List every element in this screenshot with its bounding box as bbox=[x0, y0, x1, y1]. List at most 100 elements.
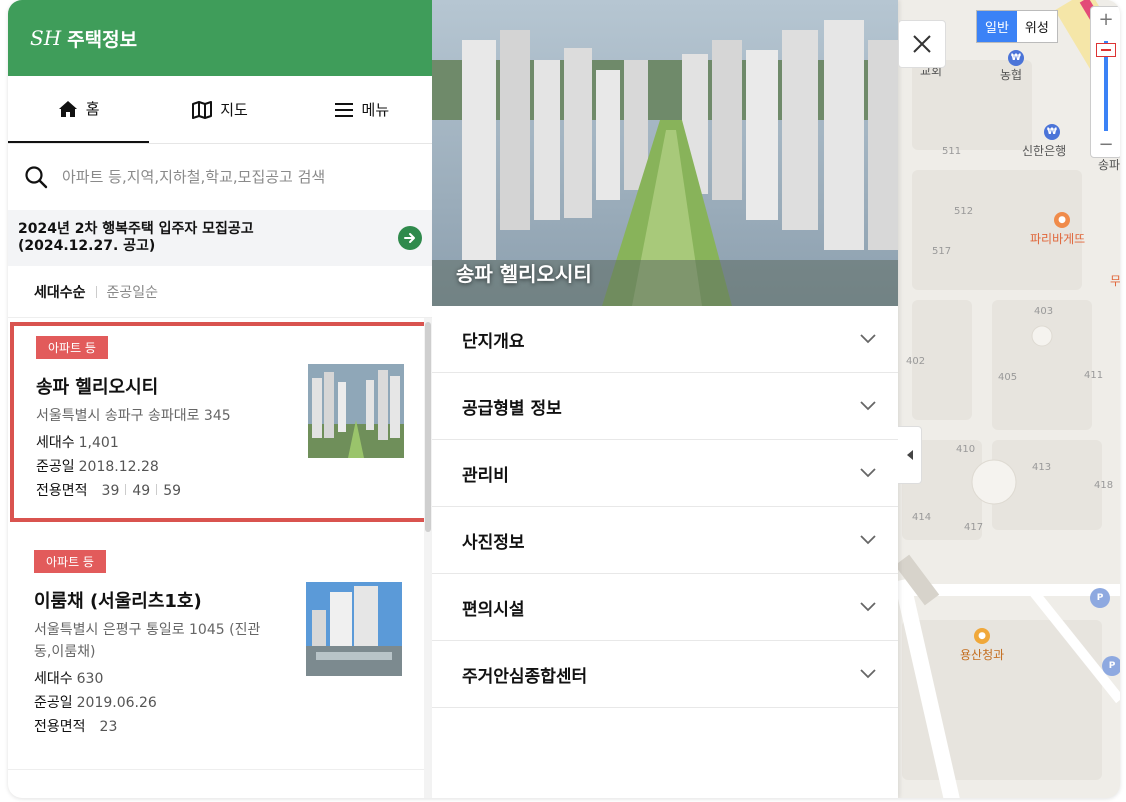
search-bar bbox=[8, 144, 432, 210]
notice-banner[interactable]: 2024년 2차 행복주택 입주자 모집공고 (2024.12.27. 공고) bbox=[8, 210, 432, 266]
map-label-yongsan: 용산청과 bbox=[960, 648, 1005, 662]
block-number: 414 bbox=[912, 512, 932, 523]
listing-card[interactable]: 아파트 등 이룸채 (서울리츠1호) 서울특별시 은평구 통일로 1045 (진… bbox=[8, 522, 424, 770]
map-label-nonghyup: 농협 bbox=[1000, 68, 1023, 82]
notice-title: 2024년 2차 행복주택 입주자 모집공고 bbox=[18, 221, 254, 237]
block-number: 411 bbox=[1084, 370, 1104, 381]
tab-menu-label: 메뉴 bbox=[361, 101, 390, 119]
units-label: 세대수 bbox=[36, 435, 75, 451]
block-number: 512 bbox=[954, 206, 974, 217]
area-value: 59 bbox=[163, 483, 182, 499]
listing-address: 서울특별시 은평구 통일로 1045 (진관동,이룸채) bbox=[34, 622, 261, 660]
map-label-shinhan: 신한은행 bbox=[1022, 144, 1067, 158]
block-number: 517 bbox=[932, 246, 952, 257]
bakery-icon[interactable]: ● bbox=[1054, 212, 1070, 228]
section-label: 사진정보 bbox=[462, 532, 525, 553]
area-row: 전용면적 39 49 59 bbox=[36, 479, 424, 503]
search-input[interactable] bbox=[62, 168, 392, 186]
map-type-satellite[interactable]: 위성 bbox=[1017, 11, 1057, 42]
area-label: 전용면적 bbox=[36, 483, 88, 499]
brand-name[interactable]: 주택정보 bbox=[67, 25, 137, 52]
area-divider bbox=[125, 484, 127, 495]
block-number: 413 bbox=[1032, 462, 1052, 473]
sh-logo[interactable]: SH bbox=[30, 26, 61, 50]
section-label: 단지개요 bbox=[462, 331, 525, 352]
bank-icon[interactable]: ₩ bbox=[1008, 50, 1024, 66]
units-value: 1,401 bbox=[78, 435, 119, 451]
date-value: 2019.06.26 bbox=[76, 695, 157, 711]
hamburger-icon bbox=[334, 102, 353, 117]
block-number: 417 bbox=[964, 522, 984, 533]
date-row: 준공일 2018.12.28 bbox=[36, 455, 424, 479]
parking-icon[interactable]: P bbox=[1102, 656, 1120, 676]
listing-card[interactable]: 아파트 등 송파 헬리오시티 서울특별시 송파구 송파대로 345 세대수 1,4… bbox=[10, 322, 424, 522]
tab-menu[interactable]: 메뉴 bbox=[291, 76, 432, 143]
map-type-normal[interactable]: 일반 bbox=[977, 11, 1017, 42]
search-icon[interactable] bbox=[24, 165, 48, 189]
arrow-right-icon bbox=[404, 233, 415, 243]
sort-options: 세대수순 준공일순 bbox=[8, 266, 432, 318]
date-label: 준공일 bbox=[34, 695, 73, 711]
block-number: 418 bbox=[1094, 480, 1114, 491]
sort-divider bbox=[95, 285, 97, 298]
section-label: 공급형별 정보 bbox=[462, 398, 562, 419]
notice-date: (2024.12.27. 공고) bbox=[18, 238, 156, 254]
sort-by-units[interactable]: 세대수순 bbox=[34, 282, 86, 302]
complex-title: 송파 헬리오시티 bbox=[456, 262, 592, 286]
listing-meta: 세대수 630 준공일 2019.06.26 전용면적 23 bbox=[34, 667, 424, 739]
zoom-control: + − bbox=[1090, 6, 1120, 158]
date-label: 준공일 bbox=[36, 459, 75, 475]
list-scrollbar-thumb[interactable] bbox=[425, 322, 431, 532]
section-amenities[interactable]: 편의시설 bbox=[432, 574, 898, 641]
notice-arrow-button[interactable] bbox=[398, 226, 422, 250]
close-icon bbox=[913, 35, 931, 53]
area-label: 전용면적 bbox=[34, 719, 86, 735]
bank-icon[interactable]: ₩ bbox=[1044, 124, 1060, 140]
close-detail-button[interactable] bbox=[898, 20, 946, 68]
area-row: 전용면적 23 bbox=[34, 715, 424, 739]
listing-list: 아파트 등 송파 헬리오시티 서울특별시 송파구 송파대로 345 세대수 1,4… bbox=[8, 318, 424, 798]
section-supply-types[interactable]: 공급형별 정보 bbox=[432, 373, 898, 440]
apartment-photo bbox=[308, 364, 404, 458]
home-icon bbox=[58, 100, 77, 117]
zoom-in-button[interactable]: + bbox=[1091, 9, 1120, 30]
parking-icon[interactable]: P bbox=[1090, 588, 1110, 608]
chevron-down-icon bbox=[860, 334, 876, 344]
section-label: 편의시설 bbox=[462, 599, 525, 620]
collapse-panel-button[interactable] bbox=[898, 426, 922, 484]
block-number: 405 bbox=[998, 372, 1018, 383]
block-number: 403 bbox=[1034, 306, 1054, 317]
tab-home[interactable]: 홈 bbox=[8, 76, 150, 143]
section-housing-center[interactable]: 주거안심종합센터 bbox=[432, 641, 898, 708]
grocery-icon[interactable]: ● bbox=[974, 628, 990, 644]
map-type-toggle: 일반 위성 bbox=[976, 10, 1058, 43]
chevron-down-icon bbox=[860, 468, 876, 478]
zoom-slider-handle[interactable] bbox=[1096, 43, 1116, 57]
area-value: 39 bbox=[101, 483, 120, 499]
tab-home-label: 홈 bbox=[85, 100, 100, 118]
map-label-songpa: 송파 bbox=[1098, 158, 1120, 172]
section-overview[interactable]: 단지개요 bbox=[432, 306, 898, 373]
tab-map[interactable]: 지도 bbox=[149, 76, 290, 143]
section-label: 주거안심종합센터 bbox=[462, 666, 588, 687]
app-frame: 교회 ₩ 농협 ₩ 신한은행 ● 파리바게뜨 ● 용산청과 P P 송파 무 5… bbox=[8, 0, 1120, 798]
zoom-out-button[interactable]: − bbox=[1091, 134, 1120, 155]
section-maintenance-fee[interactable]: 관리비 bbox=[432, 440, 898, 507]
block-number: 511 bbox=[942, 146, 962, 157]
notice-text: 2024년 2차 행복주택 입주자 모집공고 (2024.12.27. 공고) bbox=[18, 221, 254, 255]
area-value: 49 bbox=[132, 483, 151, 499]
map-label-paris: 파리바게뜨 bbox=[1030, 232, 1086, 246]
chevron-down-icon bbox=[860, 669, 876, 679]
area-value: 23 bbox=[99, 719, 118, 735]
sort-by-date[interactable]: 준공일순 bbox=[107, 282, 159, 302]
map-icon bbox=[192, 100, 213, 119]
section-photos[interactable]: 사진정보 bbox=[432, 507, 898, 574]
apartment-photo bbox=[306, 582, 402, 676]
list-scrollbar[interactable] bbox=[424, 318, 432, 798]
hero-image: 송파 헬리오시티 bbox=[432, 0, 898, 306]
date-value: 2018.12.28 bbox=[78, 459, 159, 475]
area-divider bbox=[156, 484, 158, 495]
main-nav: 홈 지도 메뉴 bbox=[8, 76, 432, 144]
tab-map-label: 지도 bbox=[220, 101, 248, 119]
units-value: 630 bbox=[76, 671, 104, 687]
